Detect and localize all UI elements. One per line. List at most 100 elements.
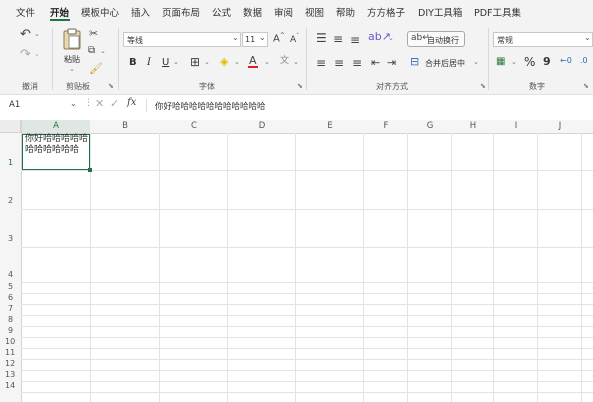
- insert-function-icon[interactable]: fx: [127, 98, 136, 108]
- chevron-down-icon[interactable]: ⌄: [264, 59, 270, 66]
- increase-indent-icon[interactable]: ⇥: [387, 57, 396, 68]
- merge-center-label[interactable]: 合并后居中: [425, 58, 465, 69]
- column-header-d[interactable]: D: [228, 121, 296, 131]
- cancel-icon[interactable]: ✕: [95, 98, 104, 109]
- menu-insert[interactable]: 插入: [131, 5, 150, 19]
- menu-help[interactable]: 帮助: [336, 5, 355, 19]
- gridline: [537, 133, 538, 402]
- name-box[interactable]: A1: [9, 100, 20, 110]
- undo-icon[interactable]: ↶: [20, 28, 31, 41]
- phonetic-icon[interactable]: 文: [280, 57, 289, 66]
- number-format-select[interactable]: 常规 ⌄: [493, 32, 593, 47]
- dialog-launcher-icon[interactable]: ⬊: [297, 82, 303, 90]
- decrease-indent-icon[interactable]: ⇤: [371, 57, 380, 68]
- redo-icon[interactable]: ↷: [20, 48, 31, 61]
- align-middle-icon[interactable]: ≡: [333, 33, 343, 45]
- row-header-10[interactable]: 10: [0, 337, 20, 346]
- column-header-i[interactable]: I: [494, 121, 538, 131]
- menu-template-center[interactable]: 模板中心: [81, 5, 119, 19]
- merge-center-icon[interactable]: ⊟: [410, 56, 419, 67]
- dialog-launcher-icon[interactable]: ⬊: [108, 82, 114, 90]
- menu-ffgz[interactable]: 方方格子: [367, 5, 405, 19]
- column-header-c[interactable]: C: [160, 121, 228, 131]
- menu-formulas[interactable]: 公式: [212, 5, 231, 19]
- comma-style-button[interactable]: 9: [543, 55, 551, 68]
- row-header-11[interactable]: 11: [0, 348, 20, 357]
- chevron-down-icon[interactable]: ⌄: [69, 66, 75, 73]
- divider: [118, 28, 119, 90]
- chevron-down-icon[interactable]: ⌄: [473, 59, 479, 66]
- chevron-down-icon[interactable]: ⌄: [34, 51, 40, 58]
- row-header-7[interactable]: 7: [0, 304, 20, 313]
- copy-icon[interactable]: ⧉: [88, 46, 95, 56]
- chevron-down-icon[interactable]: ⌄: [173, 59, 179, 66]
- row-header-4[interactable]: 4: [0, 270, 20, 279]
- row-header-2[interactable]: 2: [0, 196, 20, 205]
- row-header-8[interactable]: 8: [0, 315, 20, 324]
- align-right-icon[interactable]: ≡: [352, 57, 362, 69]
- dialog-launcher-icon[interactable]: ⬊: [480, 82, 486, 90]
- decrease-font-icon[interactable]: Aˇ: [290, 34, 299, 45]
- column-header-f[interactable]: F: [364, 121, 408, 131]
- row-header-13[interactable]: 13: [0, 370, 20, 379]
- align-bottom-icon[interactable]: ≡: [350, 34, 360, 46]
- paste-icon[interactable]: [62, 28, 82, 52]
- row-header-1[interactable]: 1: [0, 158, 20, 167]
- chevron-down-icon[interactable]: ⌄: [293, 59, 299, 66]
- decrease-decimal-icon[interactable]: .0: [580, 57, 588, 65]
- row-header-12[interactable]: 12: [0, 359, 20, 368]
- percent-button[interactable]: %: [524, 55, 535, 69]
- borders-icon[interactable]: ⊞: [190, 56, 200, 68]
- enter-check-icon[interactable]: ✓: [110, 98, 119, 109]
- row-header-5[interactable]: 5: [0, 282, 20, 291]
- increase-decimal-icon[interactable]: ←0: [560, 57, 572, 65]
- increase-font-icon[interactable]: A^: [273, 33, 285, 44]
- chevron-down-icon[interactable]: ⌄: [70, 100, 77, 108]
- menu-data[interactable]: 数据: [243, 5, 262, 19]
- format-painter-icon[interactable]: 🖌: [89, 63, 103, 74]
- underline-button[interactable]: U: [162, 57, 169, 68]
- row-header-9[interactable]: 9: [0, 326, 20, 335]
- column-header-j[interactable]: J: [538, 121, 582, 131]
- column-header-a[interactable]: A: [22, 120, 90, 133]
- italic-button[interactable]: I: [147, 57, 151, 68]
- font-size-select[interactable]: 11 ⌄: [242, 32, 268, 47]
- dialog-launcher-icon[interactable]: ⬊: [583, 82, 589, 90]
- menu-review[interactable]: 审阅: [274, 5, 293, 19]
- column-header-b[interactable]: B: [91, 121, 159, 131]
- menu-diy-toolbox[interactable]: DIY工具箱: [418, 5, 462, 19]
- fill-color-icon[interactable]: ◈: [220, 56, 228, 67]
- select-all-button[interactable]: [0, 120, 21, 133]
- chevron-down-icon[interactable]: ⌄: [100, 48, 106, 55]
- alignment-group-label: 对齐方式: [376, 82, 408, 91]
- wrap-text-button[interactable]: ab↵ 自动换行: [407, 31, 465, 47]
- menu-page-layout[interactable]: 页面布局: [162, 5, 200, 19]
- worksheet-grid[interactable]: A B C D E F G H I J 1 2 3 4 5 6 7 8 9 10…: [0, 120, 593, 402]
- formula-input[interactable]: 你好哈哈哈哈哈哈哈哈哈哈哈: [155, 100, 266, 112]
- row-header-3[interactable]: 3: [0, 234, 20, 243]
- bold-button[interactable]: B: [129, 57, 137, 68]
- cut-icon[interactable]: ✂: [89, 28, 98, 39]
- menu-view[interactable]: 视图: [305, 5, 324, 19]
- chevron-down-icon[interactable]: ⌄: [204, 59, 210, 66]
- row-header-6[interactable]: 6: [0, 293, 20, 302]
- menu-pdf-tools[interactable]: PDF工具集: [474, 5, 521, 19]
- paste-label[interactable]: 粘贴: [64, 54, 80, 65]
- accounting-format-icon[interactable]: ▦: [496, 57, 505, 67]
- font-color-icon[interactable]: A: [248, 55, 258, 68]
- column-header-g[interactable]: G: [408, 121, 452, 131]
- chevron-down-icon[interactable]: ⌄: [388, 35, 394, 42]
- chevron-down-icon[interactable]: ⌄: [34, 31, 40, 38]
- chevron-down-icon[interactable]: ⌄: [511, 59, 517, 66]
- row-header-14[interactable]: 14: [0, 381, 20, 390]
- menu-home[interactable]: 开始: [50, 5, 69, 19]
- align-center-icon[interactable]: ≡: [334, 57, 344, 69]
- fill-handle[interactable]: [88, 168, 92, 172]
- align-left-icon[interactable]: ≡: [316, 57, 326, 69]
- column-header-e[interactable]: E: [296, 121, 364, 131]
- chevron-down-icon[interactable]: ⌄: [234, 59, 240, 66]
- column-header-h[interactable]: H: [452, 121, 494, 131]
- menu-file[interactable]: 文件: [16, 5, 35, 19]
- align-top-icon[interactable]: ☰: [316, 32, 327, 44]
- font-name-select[interactable]: 等线 ⌄: [123, 32, 241, 47]
